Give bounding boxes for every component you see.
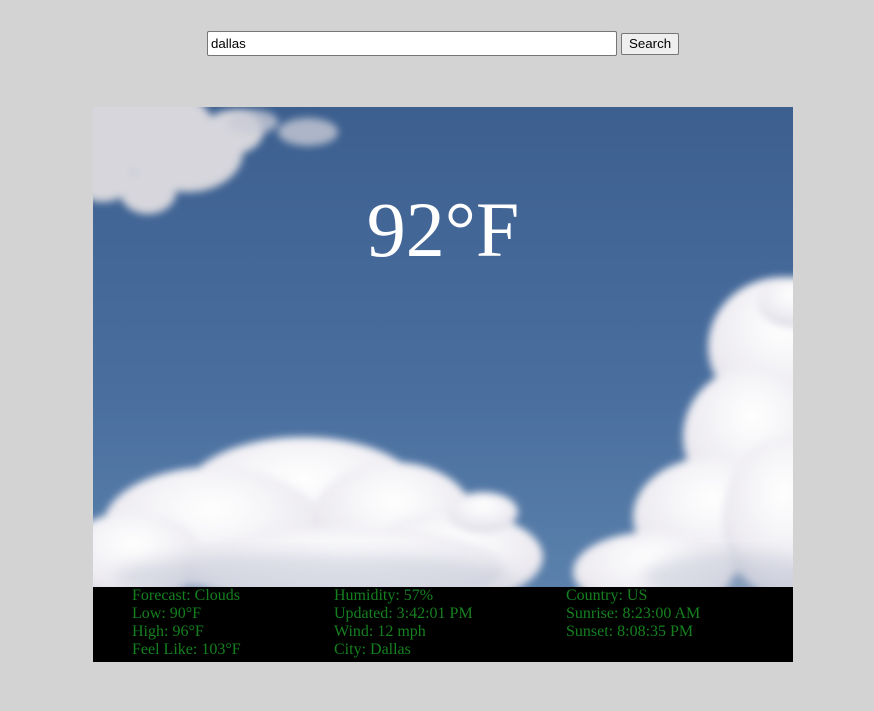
search-input[interactable] <box>207 31 617 56</box>
info-column-1: Forecast: Clouds Low: 90°F High: 96°F Fe… <box>132 587 241 659</box>
humidity-text: Humidity: 57% <box>334 587 434 604</box>
sunrise-text: Sunrise: 8:23:00 AM <box>566 605 701 622</box>
city-text: City: Dallas <box>334 641 411 658</box>
info-column-2: Humidity: 57% Updated: 3:42:01 PM Wind: … <box>334 587 473 659</box>
search-button[interactable]: Search <box>621 32 680 55</box>
temperature-display: 92°F <box>366 186 520 273</box>
sunset-text: Sunset: 8:08:35 PM <box>566 623 694 640</box>
weather-card: 92°F Forecast: Clouds Low: 90°F High: 96… <box>93 107 793 662</box>
low-temp-text: Low: 90°F <box>132 605 202 622</box>
feels-like-text: Feel Like: 103°F <box>132 641 241 658</box>
sky-background-image <box>93 107 793 587</box>
search-bar: Search <box>207 31 680 56</box>
weather-info-panel: Forecast: Clouds Low: 90°F High: 96°F Fe… <box>93 587 793 662</box>
forecast-text: Forecast: Clouds <box>132 587 240 604</box>
updated-time-text: Updated: 3:42:01 PM <box>334 605 473 622</box>
country-text: Country: US <box>566 587 648 604</box>
wind-text: Wind: 12 mph <box>334 623 426 640</box>
info-column-3: Country: US Sunrise: 8:23:00 AM Sunset: … <box>566 587 700 641</box>
high-temp-text: High: 96°F <box>132 623 204 640</box>
